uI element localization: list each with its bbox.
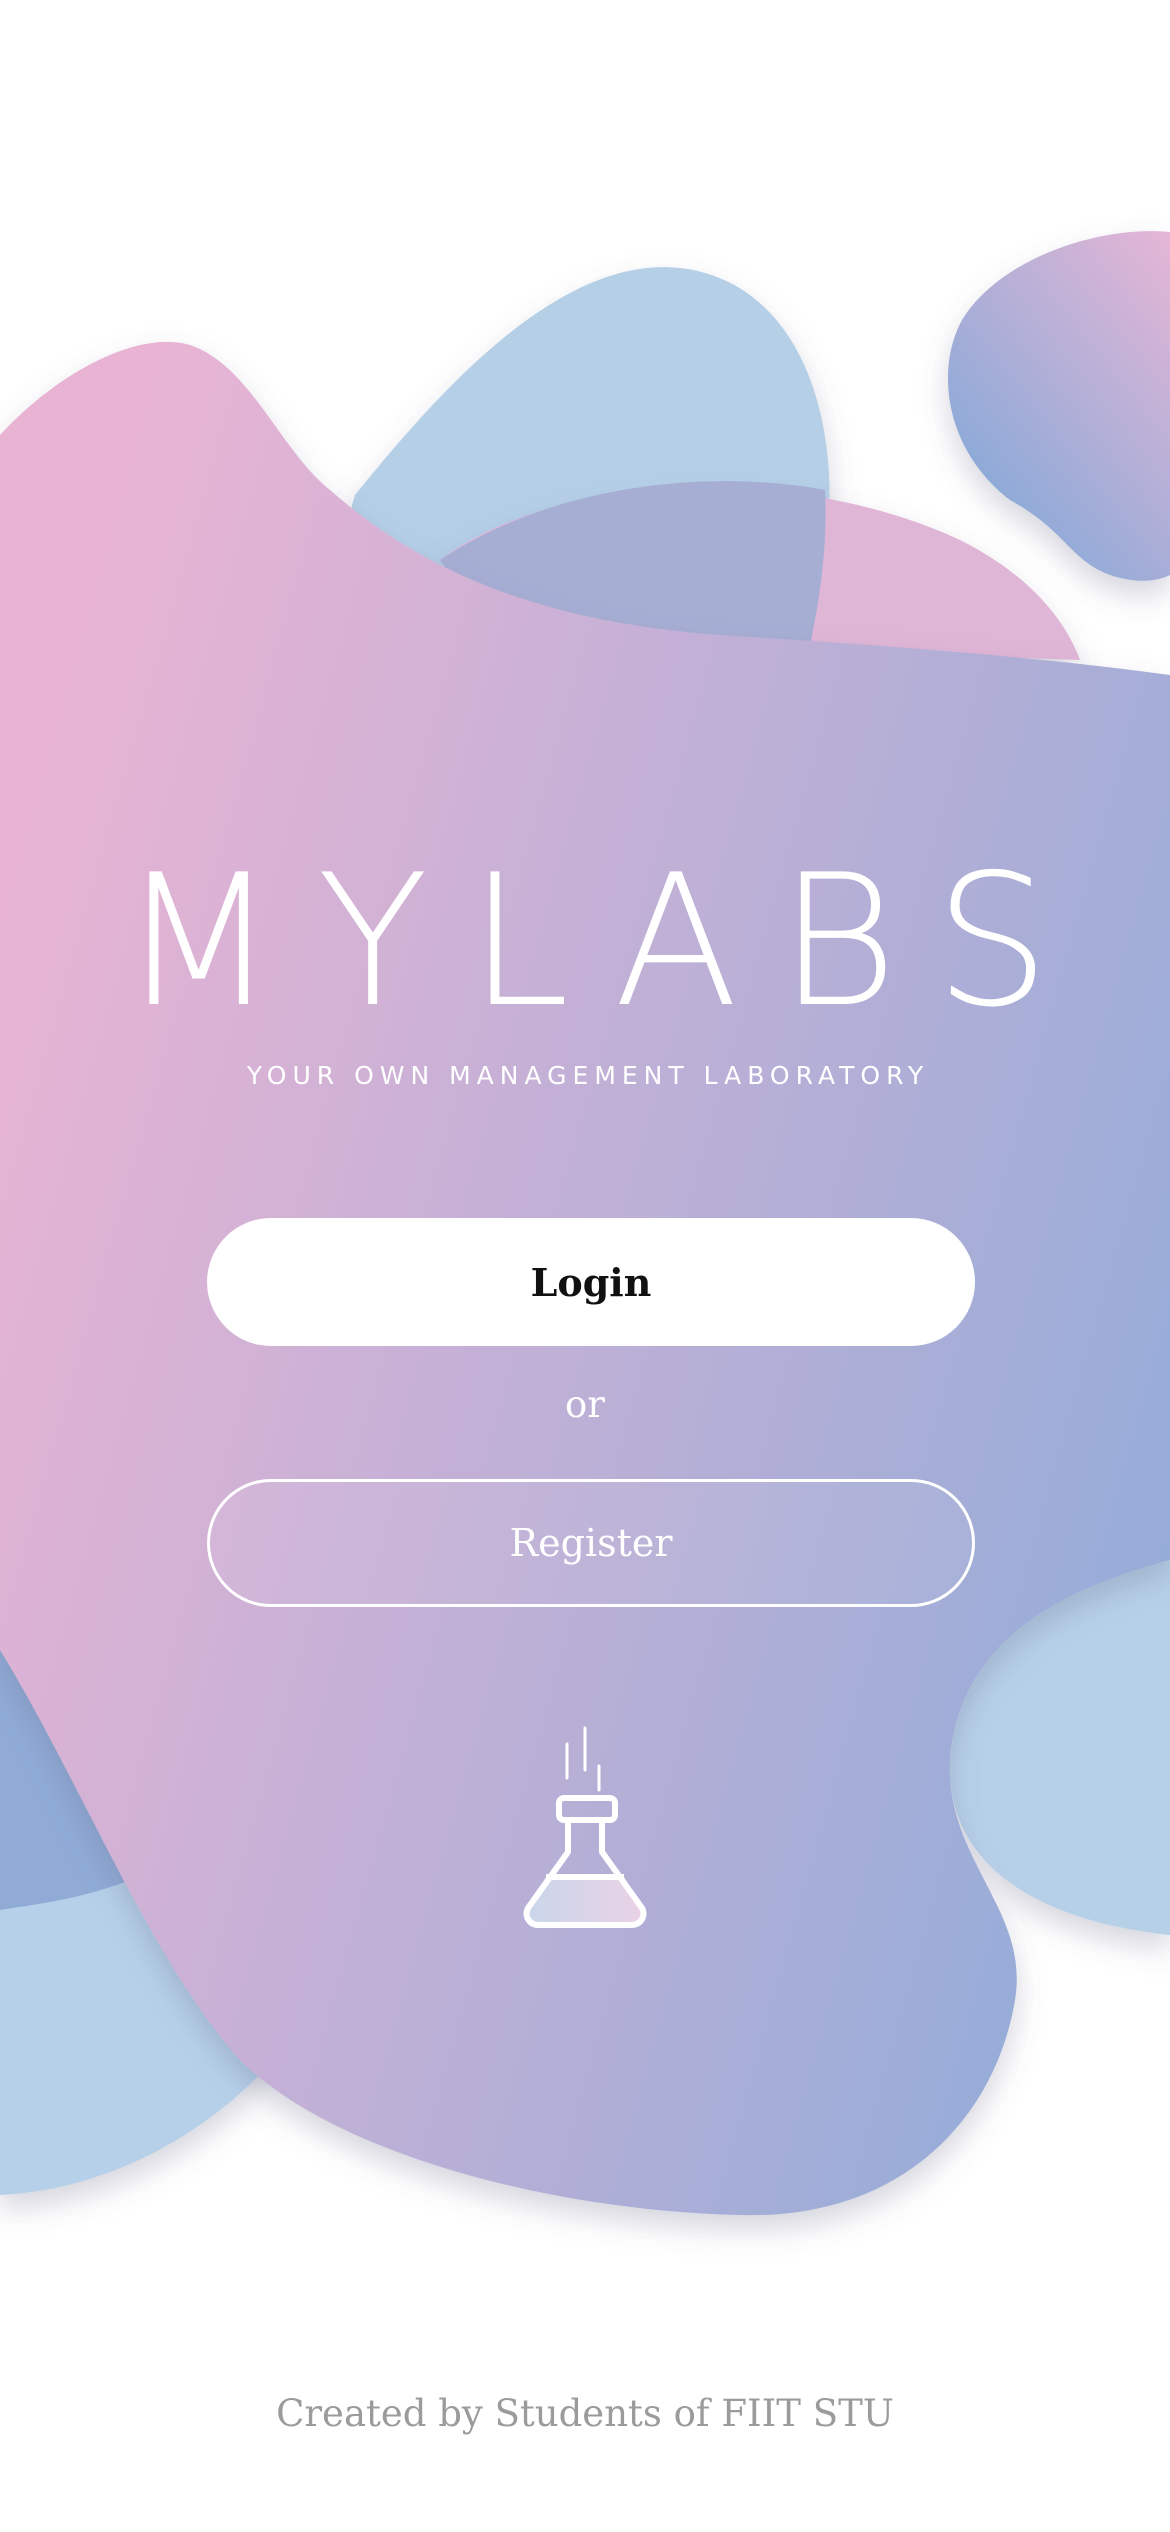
flask-stopper: [556, 1795, 618, 1823]
app-logo-title: MYLABS: [120, 835, 1090, 1047]
footer-credit: Created by Students of FIIT STU: [276, 2392, 894, 2435]
login-button[interactable]: Login: [207, 1218, 975, 1346]
app-tagline: YOUR OWN MANAGEMENT LABORATORY: [246, 1061, 930, 1090]
welcome-screen: MYLABS YOUR OWN MANAGEMENT LABORATORY Lo…: [0, 0, 1170, 2532]
register-button[interactable]: Register: [207, 1479, 975, 1607]
or-separator: or: [565, 1383, 605, 1426]
flask-icon: [523, 1726, 647, 1928]
login-button-label: Login: [530, 1259, 652, 1305]
register-button-label: Register: [509, 1521, 673, 1565]
